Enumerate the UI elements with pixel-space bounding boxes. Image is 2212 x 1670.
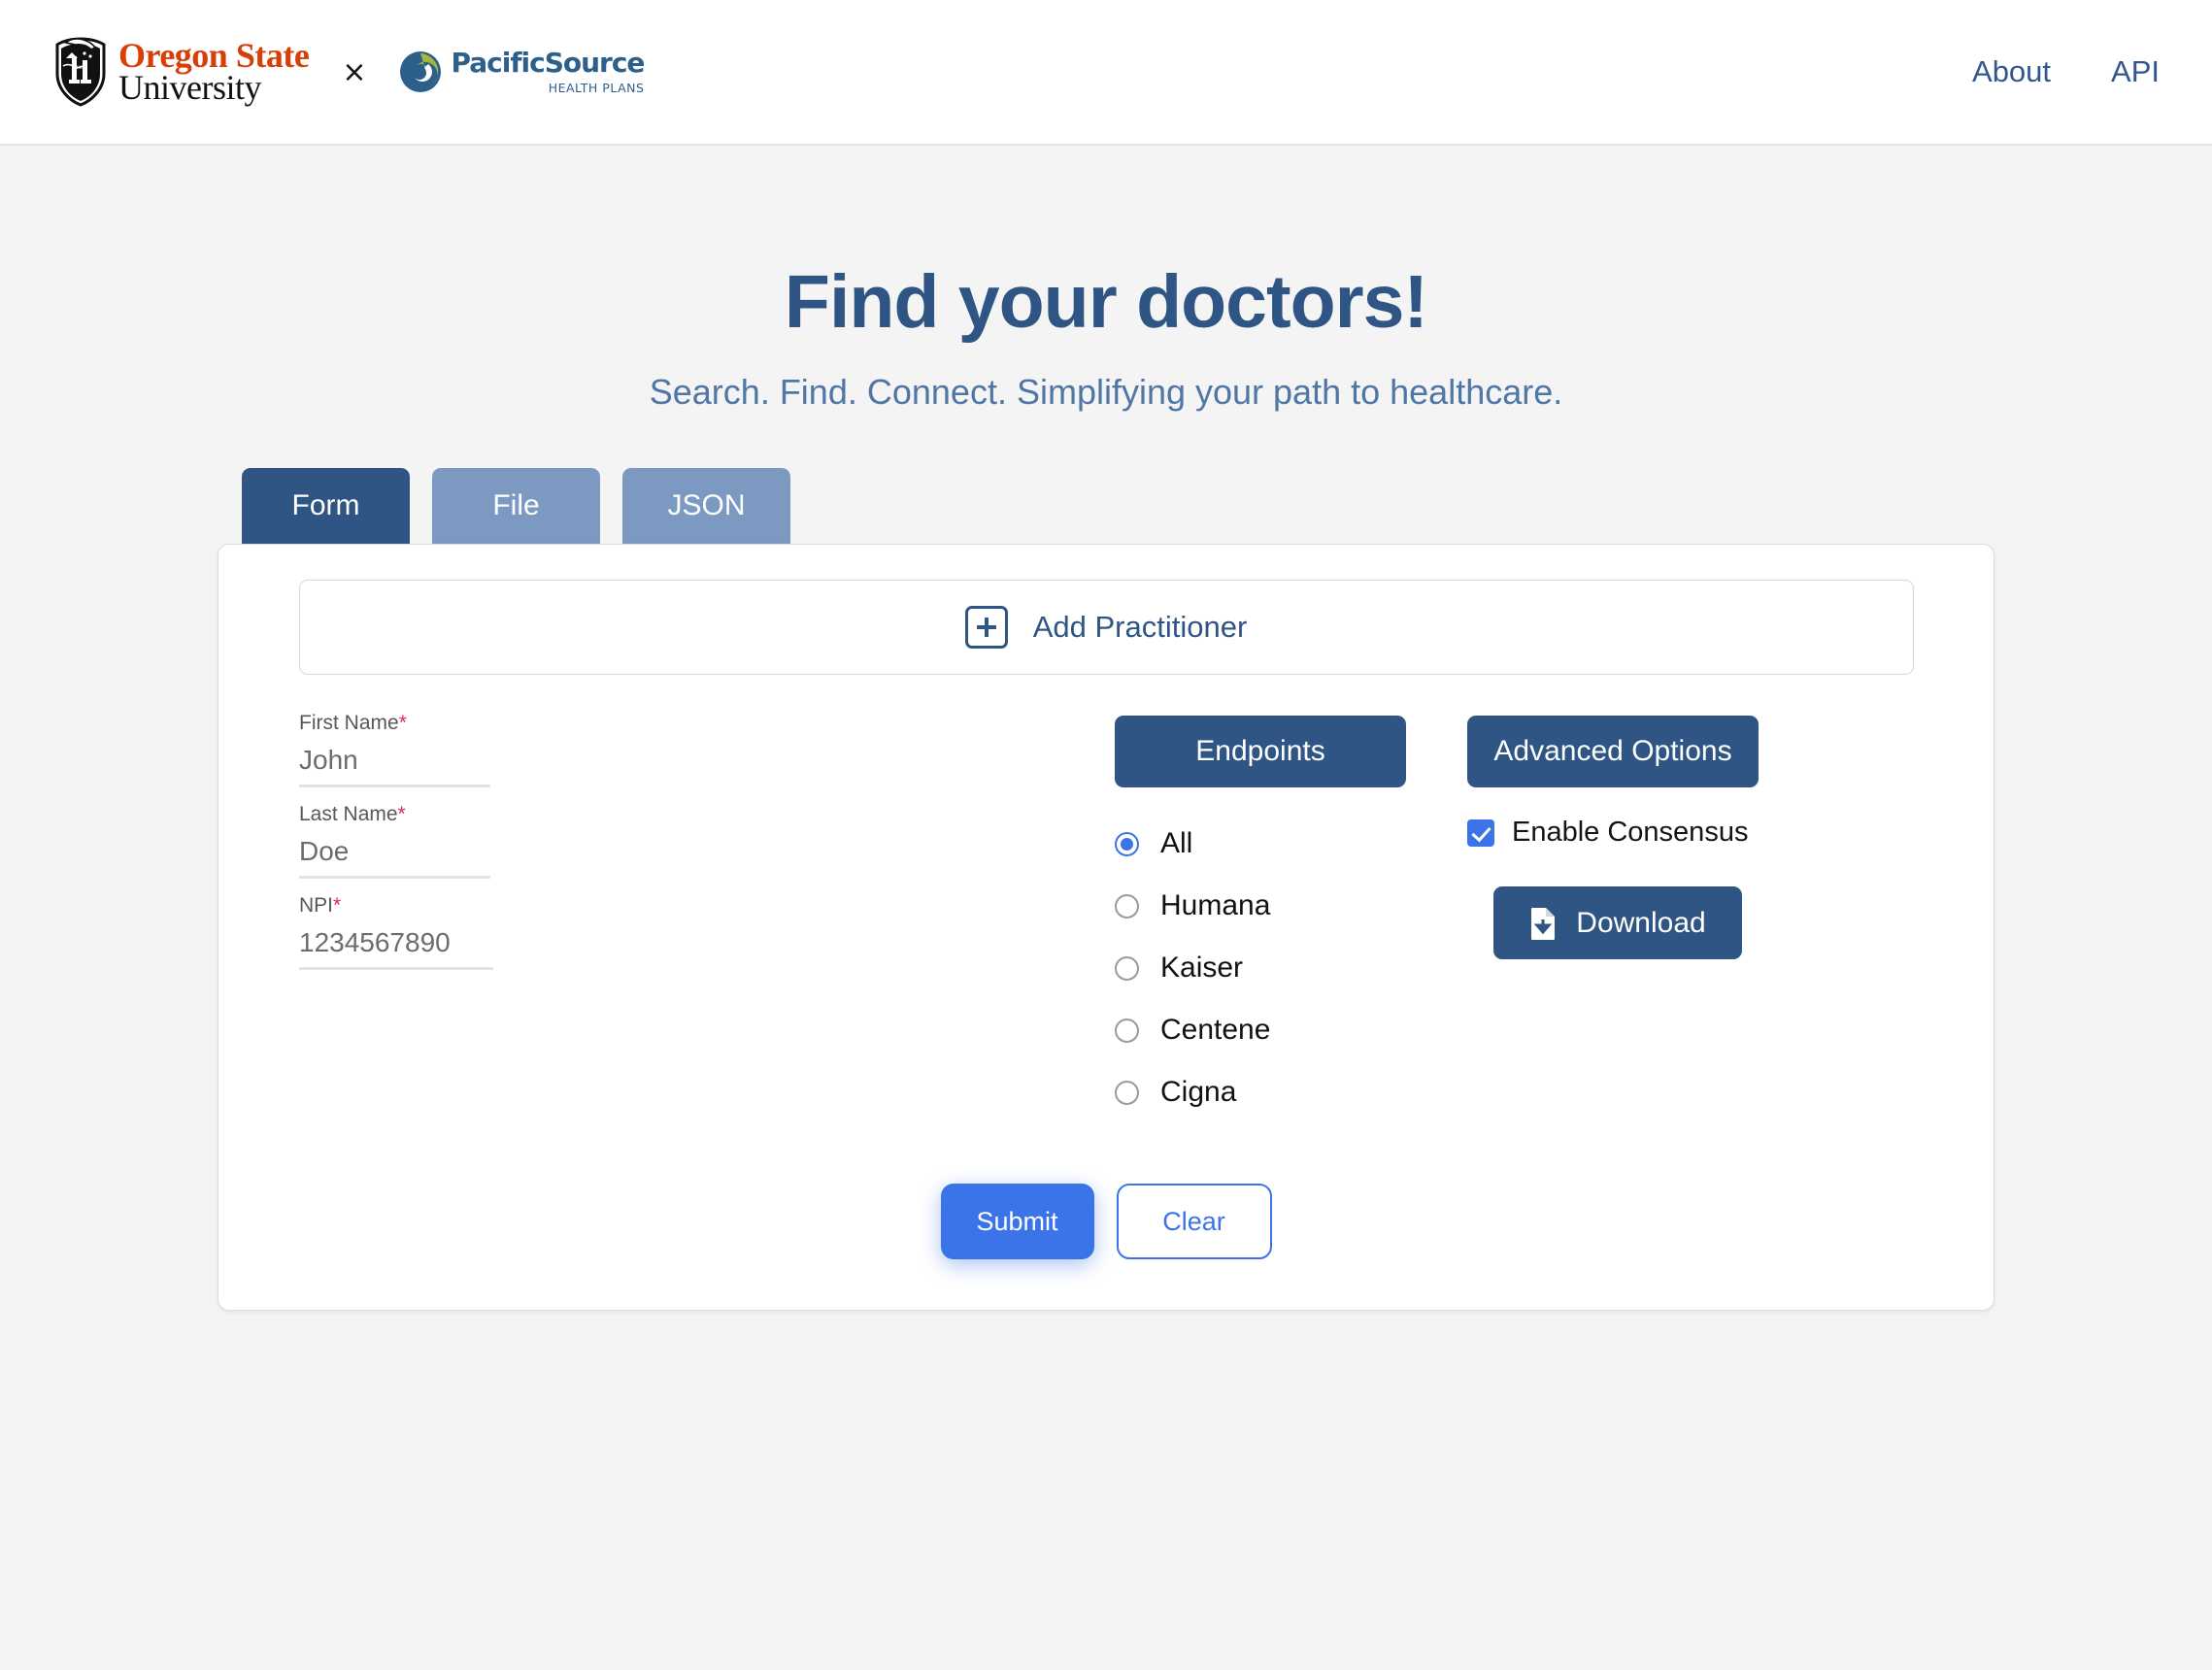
npi-input[interactable]: 1234567890 (299, 927, 493, 970)
oregon-state-university-logo[interactable]: 1868 Oregon State University (52, 37, 310, 107)
radio-label-all: All (1160, 827, 1193, 859)
osu-wordmark-line2: University (118, 68, 261, 107)
radio-label-humana: Humana (1160, 889, 1271, 921)
enable-consensus-label: Enable Consensus (1512, 817, 1749, 848)
osu-wordmark: Oregon State University (118, 38, 310, 107)
download-button[interactable]: Download (1493, 886, 1742, 959)
radio-option-all[interactable]: All (1115, 813, 1406, 875)
file-download-icon (1531, 907, 1556, 940)
osu-beaver-seal-icon: 1868 (55, 37, 106, 107)
advanced-options-button[interactable]: Advanced Options (1467, 716, 1759, 787)
pacificsource-logo[interactable]: PacificSource HEALTH PLANS (399, 46, 645, 95)
main-nav: About API (1972, 54, 2160, 89)
endpoints-panel: Endpoints All Humana Kaiser Centene Cign… (1115, 712, 1406, 1123)
radio-label-cigna: Cigna (1160, 1076, 1237, 1108)
download-label: Download (1576, 906, 1706, 939)
first-name-label-text: First Name (299, 712, 399, 734)
radio-option-centene[interactable]: Centene (1115, 999, 1406, 1061)
form-body: First Name* John Last Name* Doe NPI* 123… (296, 712, 1916, 1123)
nav-link-api[interactable]: API (2111, 54, 2160, 89)
radio-option-cigna[interactable]: Cigna (1115, 1061, 1406, 1123)
brand-separator-x: × (342, 54, 367, 89)
form-actions: Submit Clear (296, 1184, 1916, 1259)
last-name-label-text: Last Name (299, 803, 398, 825)
app-header: 1868 Oregon State University × PacificSo… (0, 0, 2212, 146)
checkbox-checked-icon (1467, 818, 1494, 847)
first-name-input[interactable]: John (299, 745, 490, 787)
radio-label-centene: Centene (1160, 1014, 1271, 1046)
npi-label-text: NPI (299, 894, 334, 917)
endpoints-radio-group: All Humana Kaiser Centene Cigna (1115, 813, 1406, 1123)
brand-group: 1868 Oregon State University × PacificSo… (52, 37, 645, 107)
radio-option-kaiser[interactable]: Kaiser (1115, 937, 1406, 999)
npi-field-group: NPI* 1234567890 (299, 894, 493, 970)
radio-indicator-icon (1115, 1018, 1139, 1043)
endpoints-button[interactable]: Endpoints (1115, 716, 1406, 787)
submit-button[interactable]: Submit (940, 1184, 1094, 1259)
tab-json[interactable]: JSON (622, 468, 790, 544)
first-name-field-group: First Name* John (299, 712, 493, 787)
npi-label: NPI* (299, 894, 493, 918)
first-name-label: First Name* (299, 712, 493, 735)
practitioner-fields: First Name* John Last Name* Doe NPI* 123… (299, 712, 1115, 1123)
radio-indicator-icon (1115, 831, 1139, 856)
last-name-label: Last Name* (299, 803, 493, 826)
plus-square-icon (964, 606, 1008, 649)
pacificsource-subtitle: HEALTH PLANS (548, 80, 645, 95)
form-card: Add Practitioner First Name* John Last N… (218, 544, 1994, 1311)
tab-bar: Form File JSON (218, 468, 1994, 544)
add-practitioner-label: Add Practitioner (1032, 610, 1248, 644)
radio-label-kaiser: Kaiser (1160, 952, 1244, 984)
advanced-options-panel: Advanced Options Enable Consensus Downlo… (1467, 712, 1768, 1123)
clear-button[interactable]: Clear (1116, 1184, 1272, 1259)
pacificsource-wordmark: PacificSource HEALTH PLANS (451, 46, 645, 95)
required-asterisk: * (397, 803, 406, 825)
pacificsource-swirl-icon (400, 51, 442, 92)
last-name-field-group: Last Name* Doe (299, 803, 493, 879)
radio-indicator-icon (1115, 1080, 1139, 1105)
required-asterisk: * (333, 894, 342, 917)
hero-section: Find your doctors! Search. Find. Connect… (0, 146, 2212, 413)
add-practitioner-button[interactable]: Add Practitioner (298, 580, 1914, 675)
radio-option-humana[interactable]: Humana (1115, 875, 1406, 937)
tab-file[interactable]: File (432, 468, 600, 544)
pacificsource-name: PacificSource (451, 46, 645, 79)
page-title: Find your doctors! (784, 260, 1428, 344)
enable-consensus-row[interactable]: Enable Consensus (1467, 817, 1768, 849)
tab-form[interactable]: Form (242, 468, 410, 544)
nav-link-about[interactable]: About (1972, 54, 2051, 89)
last-name-input[interactable]: Doe (299, 836, 490, 879)
svg-text:1868: 1868 (76, 66, 86, 71)
required-asterisk: * (398, 712, 407, 734)
page-subtitle: Search. Find. Connect. Simplifying your … (649, 372, 1563, 412)
radio-indicator-icon (1115, 893, 1139, 918)
radio-indicator-icon (1115, 955, 1139, 981)
